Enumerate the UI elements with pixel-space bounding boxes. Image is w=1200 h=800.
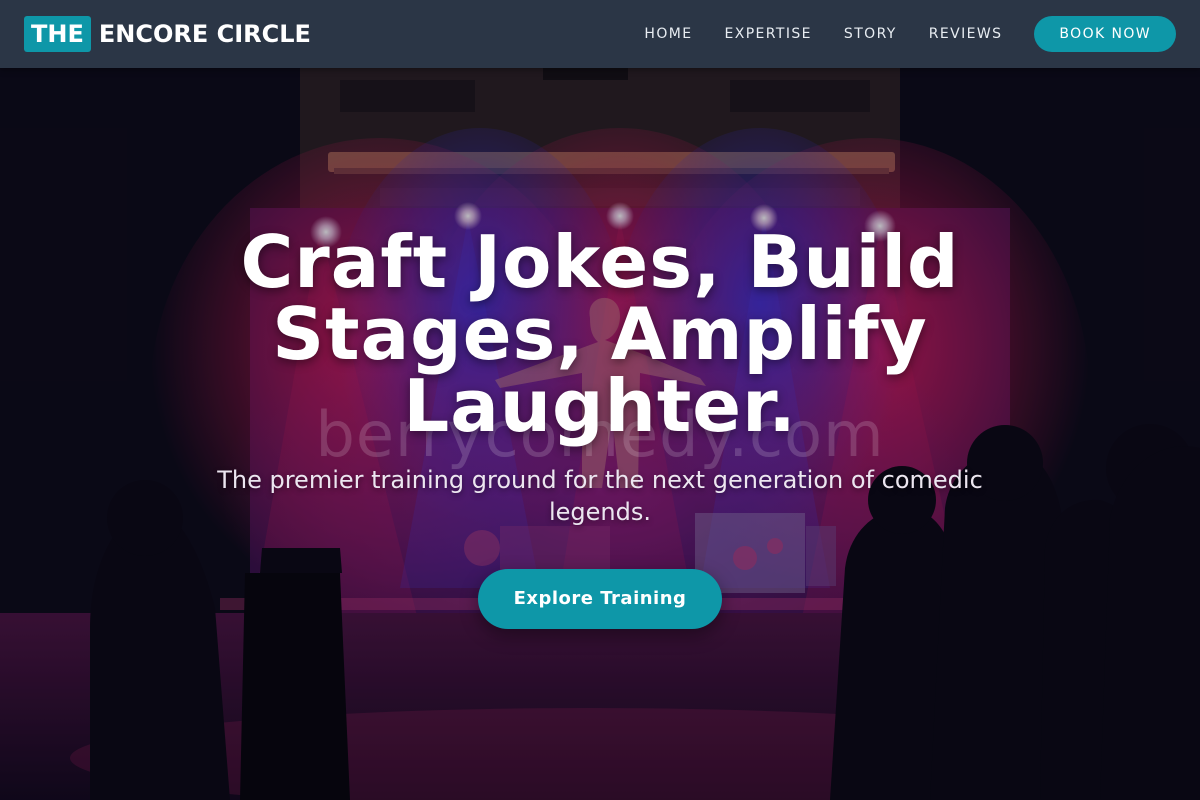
navbar: THE ENCORE CIRCLE HOME EXPERTISE STORY R… xyxy=(0,0,1200,68)
hero-subheadline: The premier training ground for the next… xyxy=(217,466,983,526)
brand-name: ENCORE CIRCLE xyxy=(98,20,311,48)
nav-link-home[interactable]: HOME xyxy=(644,26,692,42)
hero-section: berrycomedy.com Craft Jokes, Build Stage… xyxy=(0,68,1200,800)
nav-link-story[interactable]: STORY xyxy=(844,26,897,42)
nav-link-expertise[interactable]: EXPERTISE xyxy=(724,26,811,42)
nav-links: HOME EXPERTISE STORY REVIEWS BOOK NOW xyxy=(644,16,1176,52)
brand-logo[interactable]: THE ENCORE CIRCLE xyxy=(24,16,311,52)
hero-headline: Craft Jokes, Build Stages, Amplify Laugh… xyxy=(240,220,960,448)
book-now-button[interactable]: BOOK NOW xyxy=(1034,16,1176,52)
nav-link-reviews[interactable]: REVIEWS xyxy=(929,26,1003,42)
hero-content: Craft Jokes, Build Stages, Amplify Laugh… xyxy=(0,68,1200,800)
explore-training-button[interactable]: Explore Training xyxy=(478,569,722,629)
brand-badge: THE xyxy=(24,16,91,52)
